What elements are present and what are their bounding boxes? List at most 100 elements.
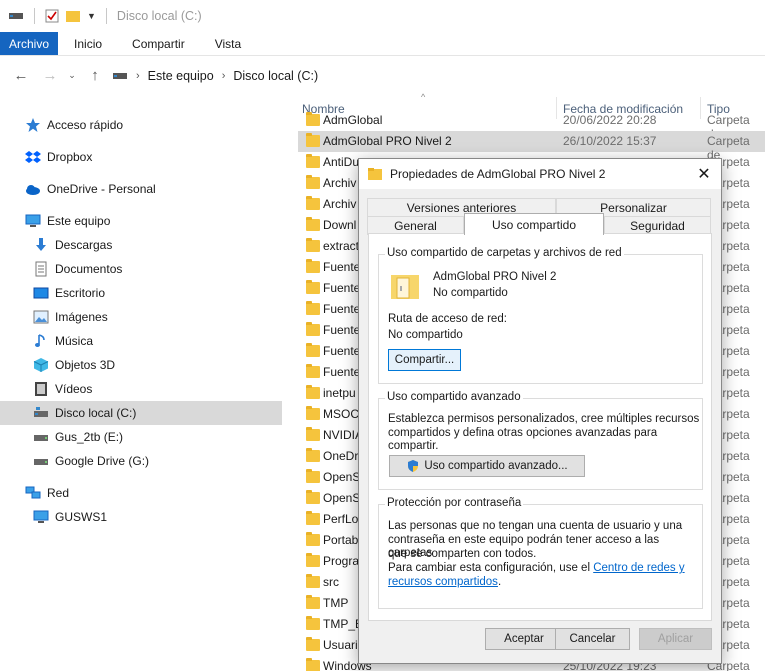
address-bar[interactable]: › Este equipo › Disco local (C:)	[106, 64, 765, 88]
file-name: Progra	[323, 554, 360, 568]
computer-icon	[33, 509, 49, 525]
tab-vista[interactable]: Vista	[197, 32, 253, 55]
folder-icon	[306, 574, 320, 588]
advanced-description-line: Establezca permisos personalizados, cree…	[388, 413, 700, 425]
sidebar-item-acceso-rapido[interactable]: Acceso rápido	[25, 114, 123, 136]
drive-icon	[33, 453, 49, 469]
sidebar-item-gus-2tb[interactable]: Gus_2tb (E:)	[33, 426, 123, 448]
folder-icon	[306, 238, 320, 252]
music-icon	[33, 333, 49, 349]
advanced-description-line: compartidos y defina otras opciones avan…	[388, 427, 658, 452]
sidebar-item-descargas[interactable]: Descargas	[33, 234, 112, 256]
star-icon	[25, 117, 41, 133]
file-name: AntiDu	[323, 155, 360, 169]
file-name: src	[323, 575, 339, 589]
file-name: Fuente	[323, 302, 361, 316]
ribbon-tabs: Archivo Inicio Compartir Vista	[0, 32, 765, 56]
up-button[interactable]: ↑	[83, 63, 107, 87]
sidebar-item-label: Gus_2tb (E:)	[55, 430, 124, 444]
drive-icon[interactable]	[8, 10, 24, 22]
sidebar-item-label: Vídeos	[55, 382, 93, 396]
tab-compartir[interactable]: Compartir	[114, 32, 197, 55]
sidebar-item-musica[interactable]: Música	[33, 330, 93, 352]
sidebar-item-label: Objetos 3D	[55, 358, 116, 372]
sidebar-item-onedrive[interactable]: OneDrive - Personal	[25, 178, 156, 200]
back-button[interactable]: ←	[9, 63, 33, 87]
sidebar-item-google-drive[interactable]: Google Drive (G:)	[33, 450, 149, 472]
apply-button[interactable]: Aplicar	[639, 628, 712, 650]
advanced-sharing-label: Uso compartido avanzado...	[424, 460, 568, 472]
sidebar-item-escritorio[interactable]: Escritorio	[33, 282, 105, 304]
sidebar-item-documentos[interactable]: Documentos	[33, 258, 122, 280]
share-button[interactable]: Compartir...	[388, 349, 461, 371]
tab-inicio[interactable]: Inicio	[62, 32, 114, 55]
breadcrumb-este-equipo[interactable]: Este equipo	[148, 69, 214, 83]
folder-icon	[306, 280, 320, 294]
folder-icon	[306, 532, 320, 546]
folder-icon	[306, 616, 320, 630]
chevron-down-icon[interactable]: ▼	[87, 11, 96, 21]
tab-archivo[interactable]: Archivo	[0, 32, 59, 55]
network-path-label: Ruta de acceso de red:	[388, 313, 507, 325]
table-row[interactable]: AdmGlobal20/06/2022 20:28Carpeta de	[298, 110, 765, 141]
file-name: MSOC	[323, 407, 359, 421]
cancel-button[interactable]: Cancelar	[555, 628, 630, 650]
folder-icon	[306, 490, 320, 504]
network-center-link[interactable]: recursos compartidos	[388, 576, 498, 588]
file-date: 20/06/2022 20:28	[563, 113, 657, 127]
image-icon	[33, 309, 49, 325]
sidebar-item-red[interactable]: Red	[25, 482, 69, 504]
close-button[interactable]: ✕	[687, 159, 721, 189]
recent-locations-button[interactable]: ⌄	[60, 63, 84, 87]
network-center-link[interactable]: Centro de redes y	[593, 562, 684, 574]
ok-button[interactable]: Aceptar	[485, 628, 563, 650]
advanced-sharing-group: Uso compartido avanzado Establezca permi…	[378, 391, 703, 490]
sidebar-item-objetos-3d[interactable]: Objetos 3D	[33, 354, 115, 376]
sidebar-item-este-equipo[interactable]: Este equipo	[25, 210, 110, 232]
group-label: Uso compartido avanzado	[385, 391, 523, 403]
tab-uso-compartido[interactable]: Uso compartido	[464, 213, 604, 235]
network-path-value: No compartido	[388, 329, 463, 341]
sidebar-item-label: Música	[55, 334, 94, 348]
group-label: Uso compartido de carpetas y archivos de…	[385, 247, 624, 259]
file-name: Usuari	[323, 638, 358, 652]
folder-icon	[306, 427, 320, 441]
table-row[interactable]: AdmGlobal PRO Nivel 2 26/10/2022 15:37 Car…	[298, 131, 765, 162]
download-icon	[33, 237, 49, 253]
forward-button[interactable]: →	[38, 63, 62, 87]
chevron-right-icon: ›	[136, 70, 140, 82]
properties-icon[interactable]	[45, 9, 59, 23]
sidebar-item-label: Este equipo	[47, 214, 111, 228]
sidebar-item-gusws1[interactable]: GUSWS1	[33, 506, 107, 528]
cube-icon	[33, 357, 49, 373]
sidebar-item-videos[interactable]: Vídeos	[33, 378, 92, 400]
quick-access-toolbar: ▼	[0, 0, 111, 32]
sidebar-item-label: Disco local (C:)	[55, 406, 137, 420]
properties-dialog: Propiedades de AdmGlobal PRO Nivel 2 ✕ V…	[358, 158, 722, 664]
file-name: Downl	[323, 218, 357, 232]
sidebar-item-dropbox[interactable]: Dropbox	[25, 146, 92, 168]
folder-icon	[306, 112, 320, 126]
folder-icon	[306, 343, 320, 357]
new-folder-icon[interactable]	[65, 9, 81, 23]
file-name: NVIDIA	[323, 428, 364, 442]
password-description-line: recursos compartidos.	[388, 576, 501, 589]
folder-icon	[306, 385, 320, 399]
sidebar-item-imagenes[interactable]: Imágenes	[33, 306, 108, 328]
advanced-sharing-button[interactable]: Uso compartido avanzado...	[389, 455, 585, 477]
file-name: Fuente	[323, 260, 361, 274]
breadcrumb-disco-local[interactable]: Disco local (C:)	[233, 69, 318, 83]
dialog-title: Propiedades de AdmGlobal PRO Nivel 2	[390, 167, 606, 181]
sidebar-item-disco-local[interactable]: Disco local (C:)	[0, 401, 282, 425]
shield-icon	[406, 459, 420, 473]
share-status-label: No compartido	[433, 287, 508, 299]
file-name: inetpu	[323, 386, 356, 400]
sidebar-item-label: Imágenes	[55, 310, 108, 324]
desktop-icon	[33, 285, 49, 301]
password-protection-group: Protección por contraseña Las personas q…	[378, 497, 703, 609]
folder-icon	[306, 217, 320, 231]
folder-icon	[306, 553, 320, 567]
folder-icon	[306, 259, 320, 273]
file-name: TMP	[323, 596, 349, 610]
file-name: Fuente	[323, 323, 361, 337]
